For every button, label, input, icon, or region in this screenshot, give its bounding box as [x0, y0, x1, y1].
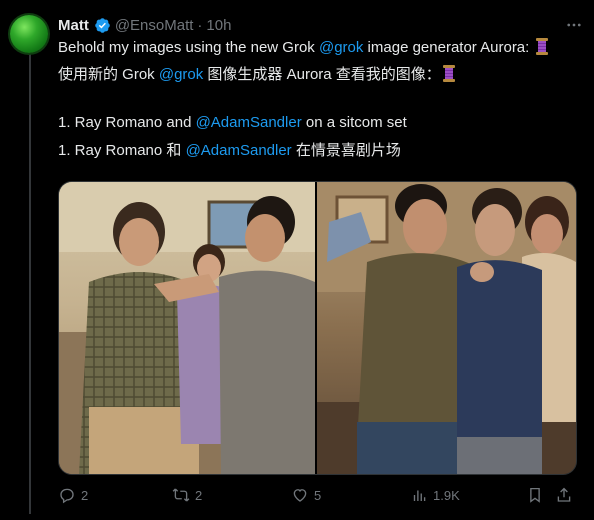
tweet-line-1: Behold my images using the new Grok @gro… [58, 37, 548, 58]
bookmark-icon [530, 487, 540, 503]
repost-icon [172, 488, 190, 502]
mention-link[interactable]: @AdamSandler [186, 142, 292, 159]
text-segment: 使用新的 Grok [58, 66, 159, 83]
image-2-scene [317, 182, 576, 474]
tweet-line-3: 1. Ray Romano and @AdamSandler on a sitc… [58, 112, 407, 133]
heart-icon [293, 489, 307, 502]
thread-rail [29, 54, 31, 514]
tweet-header: Matt @EnsoMatt · 10h [58, 15, 584, 35]
spool-of-thread-icon [535, 38, 548, 55]
media-grid [58, 181, 577, 475]
tweet-line-4: 1. Ray Romano 和 @AdamSandler 在情景喜剧片场 [58, 140, 401, 161]
text-segment: on a sitcom set [301, 114, 407, 131]
like-count: 5 [314, 487, 322, 503]
reply-icon [60, 488, 74, 504]
mention-link[interactable]: @AdamSandler [196, 114, 302, 131]
more-options-icon[interactable] [564, 15, 584, 35]
views-button[interactable]: 1.9K [410, 486, 460, 504]
mention-link[interactable]: @grok [319, 39, 363, 56]
views-chart-icon [413, 490, 426, 501]
like-button[interactable]: 5 [291, 486, 321, 504]
bookmark-button[interactable] [526, 486, 544, 504]
repost-button[interactable]: 2 [172, 486, 202, 504]
mention-link[interactable]: @grok [159, 66, 203, 83]
text-segment: 在情景喜剧片场 [291, 142, 401, 159]
text-segment: 1. Ray Romano 和 [58, 142, 186, 159]
media-image-1[interactable] [59, 182, 315, 474]
action-bar: 2 2 5 1.9K [58, 486, 584, 504]
tweet-line-2: 使用新的 Grok @grok 图像生成器 Aurora 查看我的图像： [58, 64, 455, 85]
reply-count: 2 [81, 487, 89, 503]
spool-of-thread-icon [442, 65, 455, 82]
separator-dot: · [197, 16, 203, 34]
post-time[interactable]: 10h [206, 17, 231, 34]
text-segment: 1. Ray Romano and [58, 114, 196, 131]
share-button[interactable] [555, 486, 573, 504]
author-handle[interactable]: @EnsoMatt [115, 17, 194, 34]
text-segment: Behold my images using the new Grok [58, 39, 319, 56]
image-1-scene [59, 182, 315, 474]
text-segment: 图像生成器 Aurora 查看我的图像： [203, 66, 441, 83]
share-icon [557, 487, 571, 502]
reply-button[interactable]: 2 [58, 486, 88, 504]
media-image-2[interactable] [317, 182, 576, 474]
verified-badge-icon[interactable] [94, 17, 111, 34]
avatar[interactable] [10, 15, 48, 53]
text-segment: image generator Aurora: [363, 39, 534, 56]
repost-count: 2 [195, 487, 203, 503]
author-name[interactable]: Matt [58, 17, 89, 34]
views-count: 1.9K [433, 487, 460, 503]
